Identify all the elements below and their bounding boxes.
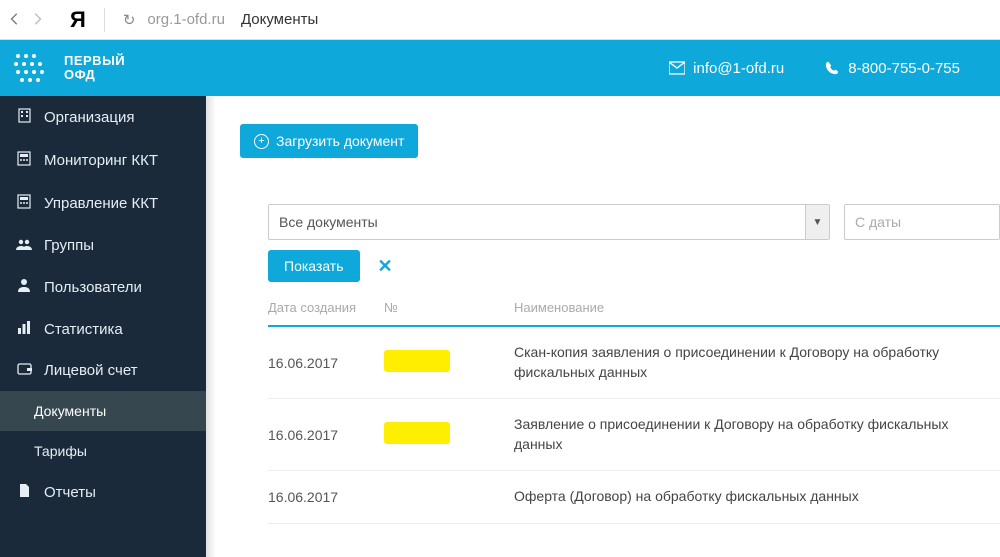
table-row[interactable]: 16.06.2017 Скан-копия заявления о присое… — [268, 327, 1000, 399]
plus-circle-icon: + — [254, 134, 269, 149]
sidebar-item-label: Пользователи — [44, 279, 142, 296]
sidebar-sub-tariffs[interactable]: Тарифы — [0, 431, 206, 471]
logo-icon — [12, 50, 54, 86]
col-name-header: Наименование — [514, 300, 1000, 315]
cell-date: 16.06.2017 — [268, 427, 384, 443]
app-header: ПЕРВЫЙ ОФД info@1-ofd.ru 8-800-755-0-755 — [0, 40, 1000, 96]
logo[interactable]: ПЕРВЫЙ ОФД — [0, 40, 206, 96]
show-button[interactable]: Показать — [268, 250, 360, 282]
cell-date: 16.06.2017 — [268, 489, 384, 505]
date-from-input[interactable]: С даты — [844, 204, 1000, 240]
cell-name: Оферта (Договор) на обработку фискальных… — [514, 487, 1000, 507]
redacted-icon — [384, 422, 450, 444]
sidebar-item-label: Документы — [34, 403, 106, 419]
logo-text: ПЕРВЫЙ ОФД — [64, 54, 125, 81]
divider — [104, 8, 105, 32]
documents-table: Дата создания № Наименование 16.06.2017 … — [240, 300, 1000, 524]
wallet-icon — [16, 362, 32, 379]
sidebar-item-users[interactable]: Пользователи — [0, 266, 206, 308]
col-number-header: № — [384, 300, 514, 315]
redacted-icon — [384, 350, 450, 372]
table-row[interactable]: 16.06.2017 Оферта (Договор) на обработку… — [268, 471, 1000, 524]
sidebar-item-organization[interactable]: Организация — [0, 96, 206, 139]
upload-document-button[interactable]: + Загрузить документ — [240, 124, 418, 158]
cell-number — [384, 350, 514, 375]
table-header: Дата создания № Наименование — [268, 300, 1000, 327]
sidebar-item-monitoring[interactable]: Мониторинг ККТ — [0, 139, 206, 182]
file-icon — [16, 483, 32, 502]
sidebar-sub-documents[interactable]: Документы — [0, 391, 206, 431]
yandex-logo-icon[interactable]: Я — [54, 7, 96, 33]
back-arrow-icon[interactable] — [8, 12, 24, 28]
sidebar-item-label: Статистика — [44, 321, 123, 338]
cell-date: 16.06.2017 — [268, 355, 384, 371]
cell-name: Заявление о присоединении к Договору на … — [514, 415, 1000, 454]
chevron-down-icon: ▼ — [805, 205, 829, 239]
sidebar-item-reports[interactable]: Отчеты — [0, 471, 206, 514]
sidebar-item-statistics[interactable]: Статистика — [0, 308, 206, 350]
clear-filter-icon[interactable]: ✕ — [378, 256, 393, 277]
select-value: Все документы — [279, 214, 378, 230]
sidebar-item-label: Отчеты — [44, 484, 96, 501]
sidebar-item-label: Организация — [44, 109, 134, 126]
cell-name: Скан-копия заявления о присоединении к Д… — [514, 343, 1000, 382]
reload-icon[interactable]: ↻ — [113, 11, 140, 29]
calculator-icon — [16, 194, 32, 213]
browser-bar: Я ↻ org.1-ofd.ru Документы — [0, 0, 1000, 40]
url-page-title: Документы — [233, 11, 318, 28]
cell-number — [384, 422, 514, 447]
email-link[interactable]: info@1-ofd.ru — [669, 60, 784, 77]
sidebar: Организация Мониторинг ККТ Управление КК… — [0, 96, 206, 557]
bar-chart-icon — [16, 320, 32, 338]
sidebar-item-label: Управление ККТ — [44, 195, 158, 212]
forward-arrow-icon[interactable] — [30, 12, 46, 28]
sidebar-item-label: Тарифы — [34, 443, 87, 459]
building-icon — [16, 108, 32, 127]
user-icon — [16, 278, 32, 296]
sidebar-item-label: Группы — [44, 237, 94, 254]
phone-icon — [824, 61, 840, 75]
url-host: org.1-ofd.ru — [147, 11, 225, 28]
table-row[interactable]: 16.06.2017 Заявление о присоединении к Д… — [268, 399, 1000, 471]
phone-link[interactable]: 8-800-755-0-755 — [824, 60, 960, 77]
calculator-icon — [16, 151, 32, 170]
sidebar-item-account[interactable]: Лицевой счет — [0, 350, 206, 391]
sidebar-item-label: Мониторинг ККТ — [44, 152, 158, 169]
mail-icon — [669, 61, 685, 75]
group-icon — [16, 237, 32, 254]
sidebar-item-groups[interactable]: Группы — [0, 225, 206, 266]
doc-type-select[interactable]: Все документы ▼ — [268, 204, 830, 240]
sidebar-item-manage-kkt[interactable]: Управление ККТ — [0, 182, 206, 225]
main-content: + Загрузить документ Все документы ▼ С д… — [206, 96, 1000, 557]
sidebar-item-label: Лицевой счет — [44, 362, 138, 379]
nav-arrows — [8, 12, 46, 28]
col-date-header: Дата создания — [268, 300, 384, 315]
